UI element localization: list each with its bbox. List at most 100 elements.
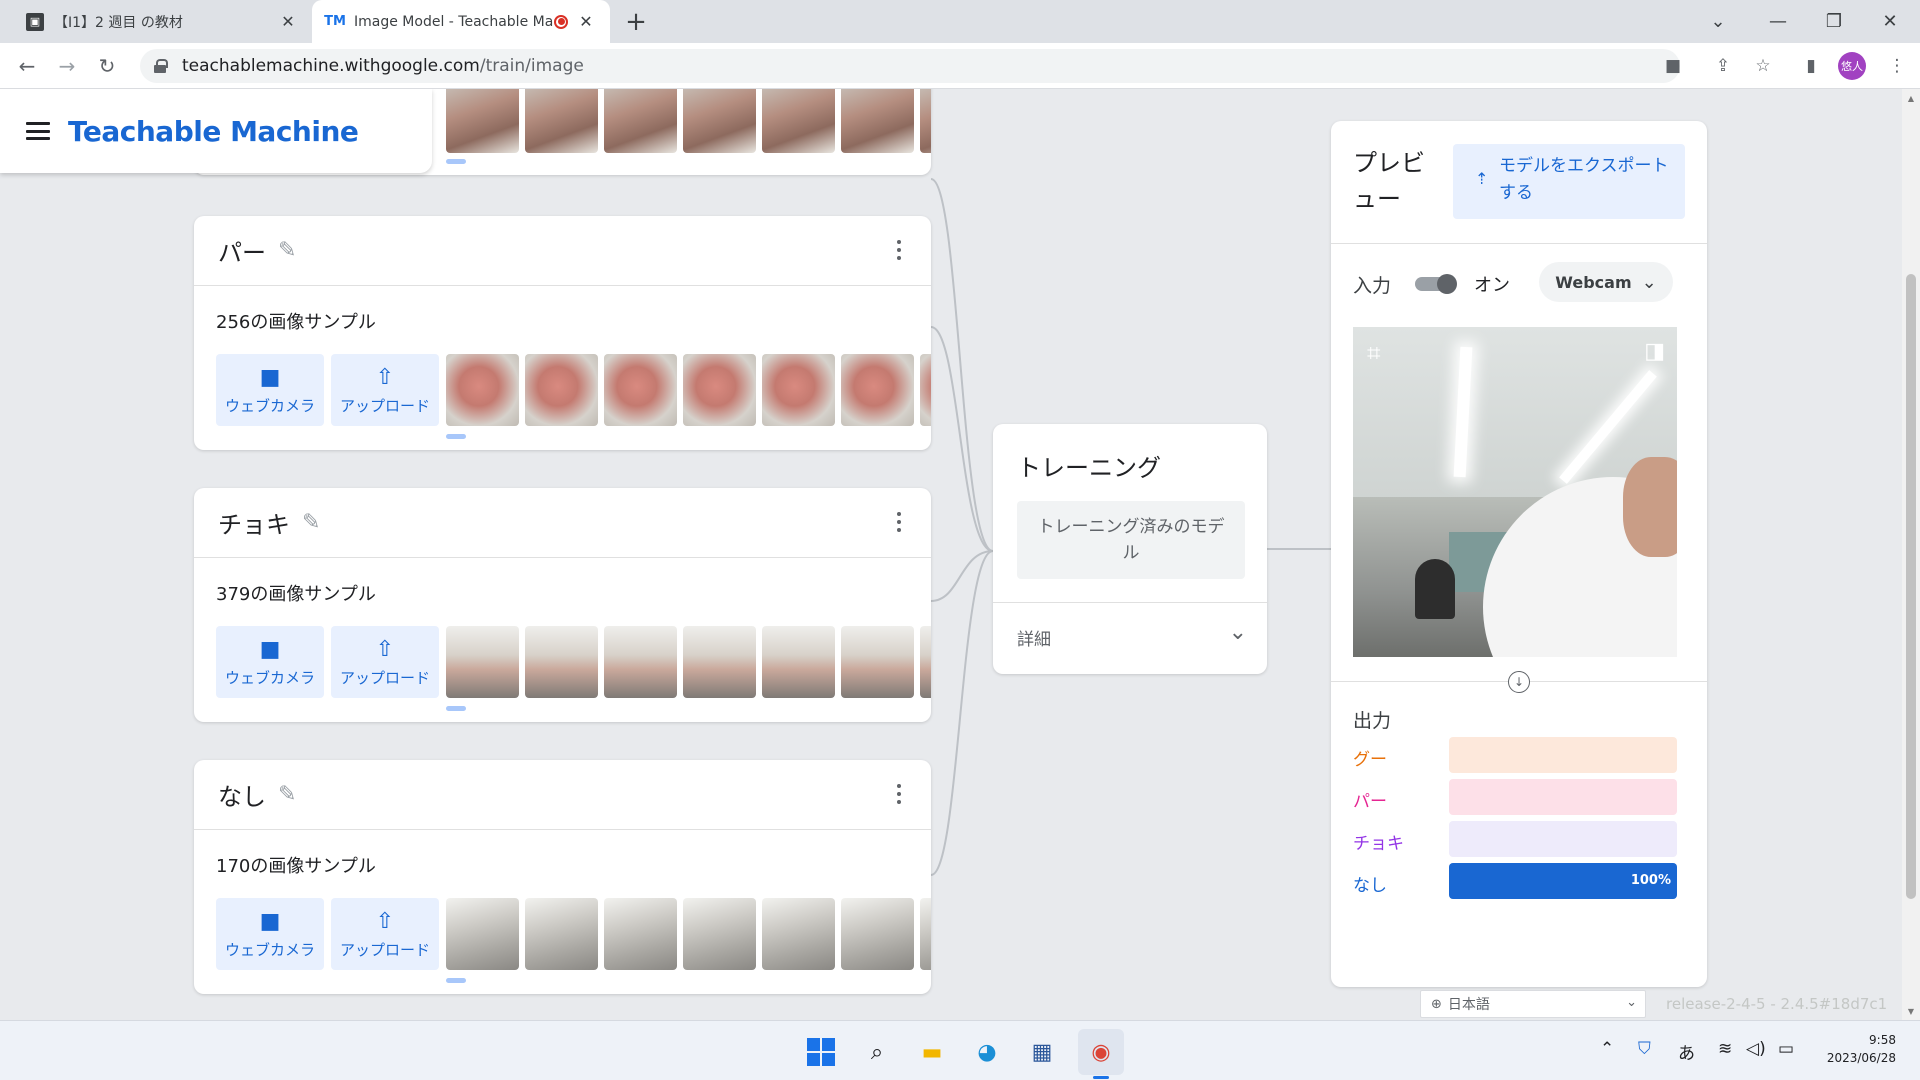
wifi-icon[interactable]: ≋ bbox=[1718, 1039, 1732, 1059]
thumbnail-scroll-indicator[interactable] bbox=[446, 434, 466, 439]
sample-thumbnail[interactable] bbox=[762, 354, 835, 426]
language-select[interactable]: ⊕ 日本語 ⌄ bbox=[1420, 990, 1646, 1018]
brand-title[interactable]: Teachable Machine bbox=[68, 115, 359, 148]
sample-thumbnail[interactable] bbox=[762, 89, 835, 153]
sample-thumbnail[interactable] bbox=[604, 354, 677, 426]
edit-name-icon[interactable]: ✎ bbox=[278, 238, 296, 263]
edit-name-icon[interactable]: ✎ bbox=[278, 782, 296, 807]
edit-name-icon[interactable]: ✎ bbox=[302, 510, 320, 535]
restore-button[interactable]: ❐ bbox=[1806, 0, 1862, 43]
upload-button[interactable]: ⇧ アップロード bbox=[331, 898, 439, 970]
scroll-up-arrow[interactable]: ▲ bbox=[1902, 89, 1920, 107]
sample-thumbnail[interactable] bbox=[446, 898, 519, 970]
sample-thumbnail[interactable] bbox=[841, 898, 914, 970]
tab-teachable-machine[interactable]: TM Image Model - Teachable Ma ✕ bbox=[312, 0, 610, 43]
security-shield-icon[interactable]: ⛉ bbox=[1638, 1039, 1651, 1059]
tab-course-material[interactable]: ▣ 【I1】2 週目 の教材 ✕ bbox=[12, 0, 312, 43]
sample-thumbnail[interactable] bbox=[841, 89, 914, 153]
chrome-menu-icon[interactable]: ⋮ bbox=[1882, 51, 1912, 81]
system-clock[interactable]: 9:58 2023/06/28 bbox=[1816, 1031, 1896, 1067]
train-model-button[interactable]: トレーニング済みのモデル bbox=[1017, 501, 1245, 579]
page-scrollbar[interactable]: ▲ ▼ bbox=[1902, 89, 1920, 1020]
share-icon[interactable]: ⇪ bbox=[1708, 51, 1738, 81]
sample-thumbnail[interactable] bbox=[920, 89, 931, 153]
advanced-details-toggle[interactable]: 詳細 bbox=[1017, 625, 1051, 650]
crop-icon[interactable]: ⌗ bbox=[1367, 339, 1381, 367]
search-icon[interactable]: ⌕ bbox=[859, 1034, 895, 1070]
minimize-button[interactable]: — bbox=[1750, 0, 1806, 43]
webcam-button[interactable]: ■ ウェブカメラ bbox=[216, 626, 324, 698]
sample-thumbnail[interactable] bbox=[525, 354, 598, 426]
sample-thumbnail[interactable] bbox=[446, 89, 519, 153]
windows-taskbar: ⌕ ▬ ◕ ▦ ◉ ⌃ ⛉ あ ≋ ◁) ▭ 9:58 2023/06/28 bbox=[0, 1020, 1920, 1080]
thumbnail-strip[interactable] bbox=[446, 89, 931, 153]
side-panel-icon[interactable]: ▮ bbox=[1796, 51, 1826, 81]
new-tab-button[interactable]: + bbox=[620, 6, 652, 38]
sample-thumbnail[interactable] bbox=[841, 626, 914, 698]
close-window-button[interactable]: ✕ bbox=[1862, 0, 1918, 43]
sample-thumbnail[interactable] bbox=[683, 626, 756, 698]
bookmark-star-icon[interactable]: ☆ bbox=[1748, 51, 1778, 81]
sample-thumbnail[interactable] bbox=[683, 89, 756, 153]
sample-thumbnail[interactable] bbox=[683, 354, 756, 426]
input-toggle[interactable] bbox=[1415, 274, 1459, 294]
show-hidden-icons-icon[interactable]: ⌃ bbox=[1600, 1039, 1614, 1059]
file-explorer-icon[interactable]: ▬ bbox=[914, 1034, 950, 1070]
thumbnail-scroll-indicator[interactable] bbox=[446, 706, 466, 711]
thumbnail-strip[interactable] bbox=[446, 626, 931, 698]
camera-in-use-icon[interactable]: ■ bbox=[1658, 51, 1688, 81]
upload-button[interactable]: ⇧ アップロード bbox=[331, 626, 439, 698]
forward-button[interactable]: → bbox=[52, 51, 82, 81]
store-icon[interactable]: ▦ bbox=[1024, 1034, 1060, 1070]
page-viewport: Teachable Machine パー ✎ 256の画像サンプル ■ ウェブカ… bbox=[0, 89, 1920, 1020]
battery-icon[interactable]: ▭ bbox=[1778, 1039, 1794, 1059]
thumbnail-strip[interactable] bbox=[446, 354, 931, 426]
close-tab-icon[interactable]: ✕ bbox=[278, 12, 298, 31]
sample-thumbnail[interactable] bbox=[762, 898, 835, 970]
ime-indicator[interactable]: あ bbox=[1678, 1039, 1695, 1064]
sample-thumbnail[interactable] bbox=[920, 626, 931, 698]
thumbnail-strip[interactable] bbox=[446, 898, 931, 970]
export-model-button[interactable]: ⇡ モデルをエクスポートする bbox=[1453, 144, 1685, 219]
sample-thumbnail[interactable] bbox=[762, 626, 835, 698]
sample-thumbnail[interactable] bbox=[683, 898, 756, 970]
sample-thumbnail[interactable] bbox=[841, 354, 914, 426]
profile-avatar[interactable]: 悠人 bbox=[1838, 52, 1866, 80]
scroll-down-arrow[interactable]: ▼ bbox=[1902, 1002, 1920, 1020]
sample-thumbnail[interactable] bbox=[446, 626, 519, 698]
sample-thumbnail[interactable] bbox=[604, 89, 677, 153]
sample-thumbnail[interactable] bbox=[525, 89, 598, 153]
sample-thumbnail[interactable] bbox=[525, 626, 598, 698]
sample-thumbnail[interactable] bbox=[920, 354, 931, 426]
menu-icon[interactable] bbox=[26, 122, 50, 140]
webcam-button[interactable]: ■ ウェブカメラ bbox=[216, 354, 324, 426]
chevron-down-icon[interactable]: ⌄ bbox=[1229, 620, 1247, 645]
volume-icon[interactable]: ◁) bbox=[1746, 1039, 1766, 1059]
class-options-icon[interactable] bbox=[897, 784, 901, 804]
chrome-icon[interactable]: ◉ bbox=[1083, 1034, 1119, 1070]
back-button[interactable]: ← bbox=[12, 51, 42, 81]
upload-button[interactable]: ⇧ アップロード bbox=[331, 354, 439, 426]
sample-thumbnail[interactable] bbox=[920, 898, 931, 970]
webcam-button[interactable]: ■ ウェブカメラ bbox=[216, 898, 324, 970]
edge-icon[interactable]: ◕ bbox=[969, 1034, 1005, 1070]
class-name[interactable]: パー bbox=[218, 233, 266, 268]
thumbnail-scroll-indicator[interactable] bbox=[446, 159, 466, 164]
tab-search-icon[interactable]: ⌄ bbox=[1690, 0, 1746, 43]
start-icon[interactable] bbox=[803, 1034, 839, 1070]
sample-thumbnail[interactable] bbox=[604, 898, 677, 970]
scrollbar-thumb[interactable] bbox=[1906, 274, 1916, 899]
flip-horizontal-icon[interactable]: ◨ bbox=[1644, 339, 1665, 364]
close-tab-icon[interactable]: ✕ bbox=[576, 12, 596, 31]
reload-button[interactable]: ↻ bbox=[92, 51, 122, 81]
thumbnail-scroll-indicator[interactable] bbox=[446, 978, 466, 983]
class-options-icon[interactable] bbox=[897, 240, 901, 260]
class-name[interactable]: チョキ bbox=[218, 505, 290, 540]
sample-thumbnail[interactable] bbox=[446, 354, 519, 426]
sample-thumbnail[interactable] bbox=[604, 626, 677, 698]
sample-thumbnail[interactable] bbox=[525, 898, 598, 970]
address-bar[interactable]: teachablemachine.withgoogle.com/train/im… bbox=[140, 49, 1680, 83]
class-name[interactable]: なし bbox=[218, 777, 266, 812]
input-source-select[interactable]: Webcam ⌄ bbox=[1539, 262, 1673, 302]
class-options-icon[interactable] bbox=[897, 512, 901, 532]
